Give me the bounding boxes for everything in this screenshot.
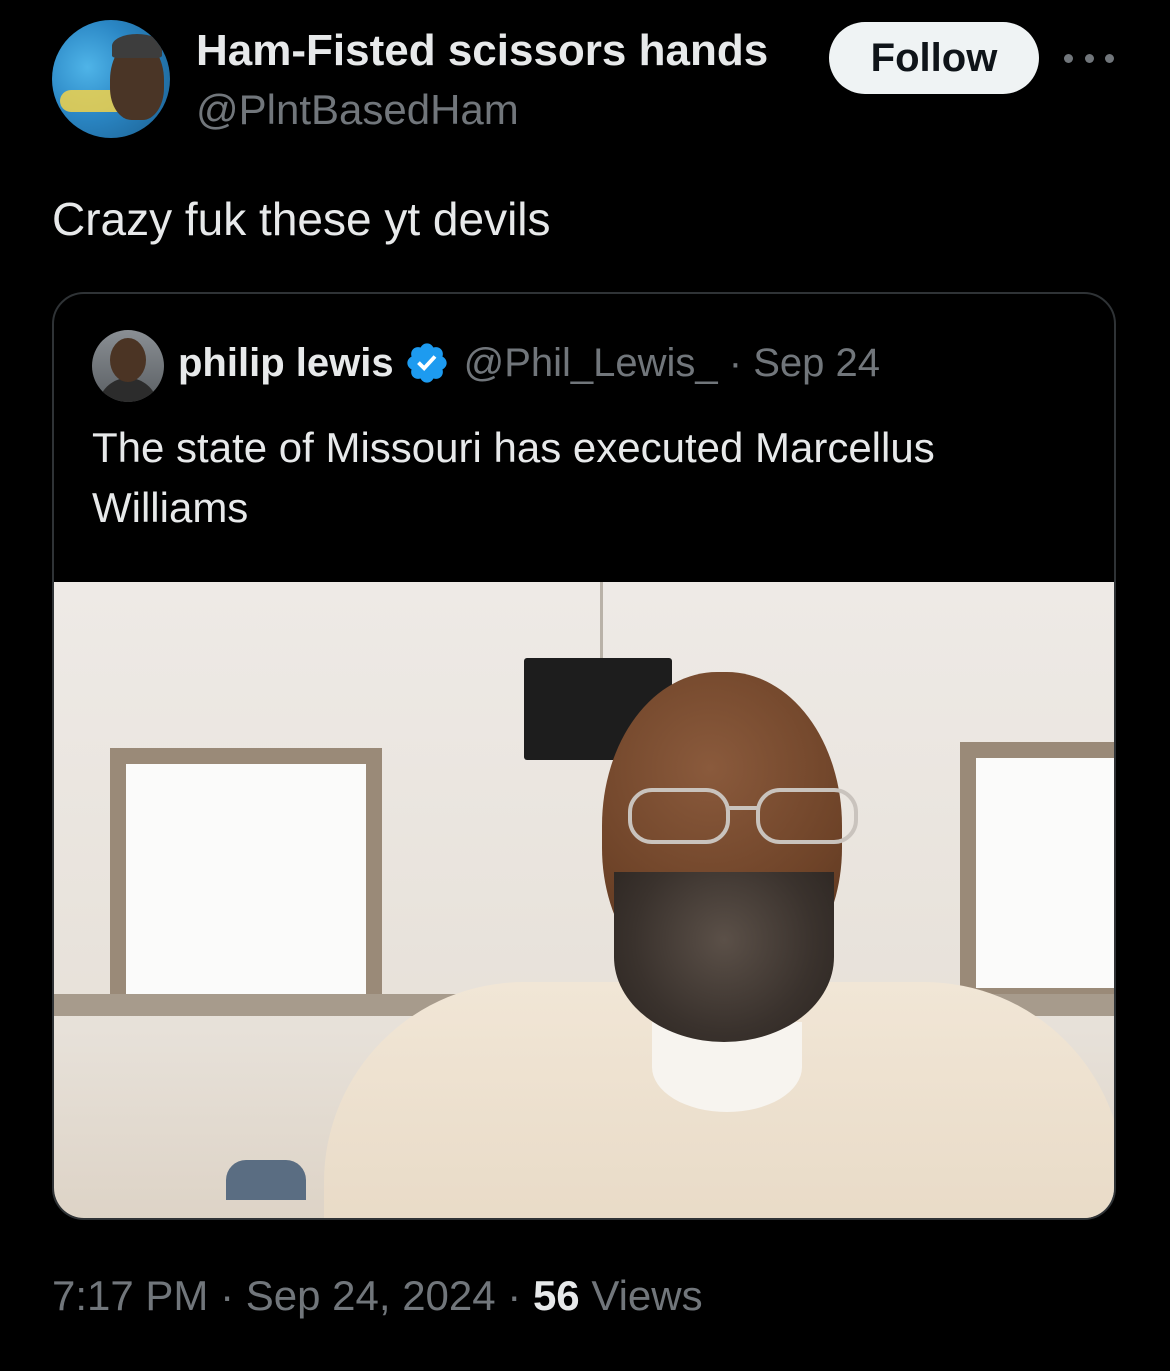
tweet-view: Ham-Fisted scissors hands @PlntBasedHam … bbox=[0, 0, 1170, 1371]
quoted-header: philip lewis @Phil_Lewis_ · Sep 24 bbox=[178, 340, 880, 386]
views-label: Views bbox=[579, 1272, 703, 1319]
author-avatar[interactable] bbox=[52, 20, 170, 138]
follow-button[interactable]: Follow bbox=[829, 22, 1039, 94]
quoted-tweet[interactable]: philip lewis @Phil_Lewis_ · Sep 24 The s… bbox=[52, 292, 1116, 1220]
image-cable bbox=[600, 582, 603, 658]
image-window-left bbox=[110, 748, 382, 1010]
tweet-meta: 7:17 PM · Sep 24, 2024 · 56 Views bbox=[52, 1272, 703, 1320]
verified-badge-icon bbox=[406, 343, 447, 383]
avatar-hat bbox=[112, 34, 162, 58]
views-count: 56 bbox=[532, 1272, 580, 1319]
tweet-timestamp[interactable]: 7:17 PM · Sep 24, 2024 · bbox=[52, 1272, 533, 1319]
more-dot bbox=[1064, 53, 1073, 63]
tweet-text: Crazy fuk these yt devils bbox=[52, 193, 551, 245]
author-handle[interactable]: @PlntBasedHam bbox=[196, 86, 519, 134]
more-dot bbox=[1105, 53, 1114, 63]
image-beard bbox=[614, 872, 834, 1042]
quoted-tweet-image[interactable] bbox=[54, 582, 1114, 1218]
image-chair bbox=[226, 1160, 306, 1200]
quoted-avatar-face bbox=[110, 338, 146, 382]
more-dot bbox=[1084, 53, 1094, 63]
quoted-tweet-text: The state of Missouri has executed Marce… bbox=[92, 424, 935, 531]
image-glasses bbox=[628, 788, 858, 844]
quoted-display-name[interactable]: philip lewis bbox=[178, 341, 394, 386]
image-window-right bbox=[960, 742, 1114, 1004]
quoted-handle-date[interactable]: @Phil_Lewis_ · Sep 24 bbox=[464, 341, 880, 386]
more-icon[interactable] bbox=[1064, 50, 1114, 66]
author-display-name[interactable]: Ham-Fisted scissors hands bbox=[196, 26, 768, 76]
quoted-author-avatar[interactable] bbox=[92, 330, 164, 402]
